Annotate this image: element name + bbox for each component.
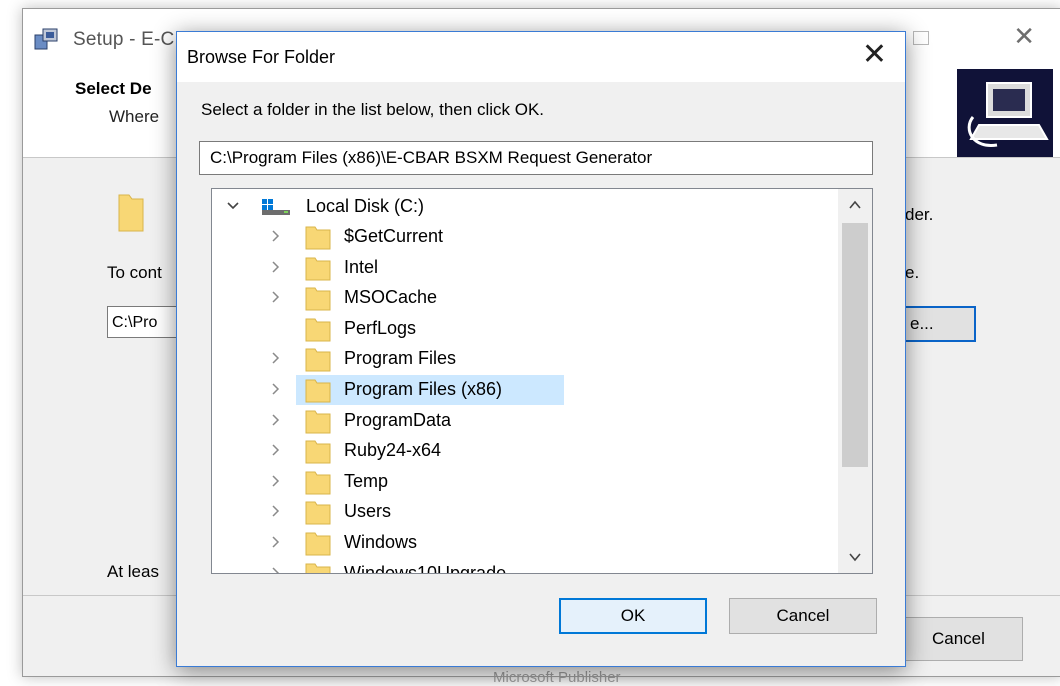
setup-folder-text: der. bbox=[905, 205, 934, 224]
tree-item-label: $GetCurrent bbox=[344, 226, 444, 246]
tree-root-local-disk[interactable]: Local Disk (C:) bbox=[212, 192, 836, 222]
folder-path-field[interactable]: C:\Program Files (x86)\E-CBAR BSXM Reque… bbox=[199, 141, 873, 175]
chevron-right-icon[interactable] bbox=[268, 532, 282, 552]
tree-item[interactable]: Program Files bbox=[212, 344, 836, 374]
folder-tree[interactable]: Local Disk (C:) $GetCurrent Intel MSOCache… bbox=[211, 188, 873, 574]
setup-page-subheading: Where bbox=[109, 107, 160, 126]
folder-icon bbox=[305, 226, 331, 250]
tree-item-label: Program Files bbox=[344, 348, 457, 369]
setup-logo bbox=[957, 69, 1053, 157]
chevron-right-icon[interactable] bbox=[268, 379, 282, 399]
tree-item-label: PerfLogs bbox=[344, 317, 417, 338]
tree-item[interactable]: $GetCurrent bbox=[212, 222, 836, 252]
folder-icon bbox=[305, 379, 331, 403]
tree-scrollbar[interactable] bbox=[838, 189, 872, 573]
computer-setup-icon bbox=[967, 82, 1049, 147]
chevron-down-icon[interactable] bbox=[226, 195, 240, 215]
folder-icon bbox=[305, 318, 331, 342]
setup-folder-icon bbox=[118, 194, 144, 232]
chevron-right-icon[interactable] bbox=[268, 226, 282, 246]
setup-cancel-button[interactable]: Cancel bbox=[901, 617, 1023, 661]
chevron-right-icon[interactable] bbox=[268, 471, 282, 491]
chevron-right-icon[interactable] bbox=[268, 348, 282, 368]
tree-item[interactable]: Intel bbox=[212, 253, 836, 283]
ok-button[interactable]: OK bbox=[559, 598, 707, 634]
scroll-up-icon[interactable] bbox=[838, 189, 872, 221]
folder-icon bbox=[305, 563, 331, 573]
setup-maximize-button[interactable] bbox=[913, 31, 929, 45]
setup-close-button[interactable]: ✕ bbox=[1013, 23, 1035, 49]
tree-root-label: Local Disk (C:) bbox=[306, 196, 425, 216]
scroll-down-icon[interactable] bbox=[838, 541, 872, 573]
browse-folder-dialog: Browse For Folder ✕ Select a folder in t… bbox=[176, 31, 906, 667]
tree-item[interactable]: ProgramData bbox=[212, 406, 836, 436]
dialog-title: Browse For Folder bbox=[187, 47, 336, 67]
setup-page-heading: Select De bbox=[75, 79, 152, 98]
tree-item-label: MSOCache bbox=[344, 287, 438, 308]
chevron-right-icon[interactable] bbox=[268, 501, 282, 521]
tree-item[interactable]: PerfLogs bbox=[212, 314, 836, 344]
tree-item-label: ProgramData bbox=[344, 409, 452, 430]
folder-icon bbox=[305, 440, 331, 464]
folder-icon bbox=[305, 257, 331, 281]
chevron-right-icon[interactable] bbox=[268, 440, 282, 460]
tree-item-label: Ruby24-x64 bbox=[344, 440, 442, 461]
dialog-instruction: Select a folder in the list below, then … bbox=[201, 100, 545, 119]
setup-continue-text-right: e. bbox=[905, 263, 920, 282]
tree-item[interactable]: Program Files (x86) bbox=[212, 375, 836, 405]
setup-bottom-partial-text: Microsoft Publisher bbox=[493, 669, 621, 686]
setup-continue-text: To cont bbox=[107, 263, 162, 282]
tree-item-label: Temp bbox=[344, 470, 389, 491]
dialog-close-icon[interactable]: ✕ bbox=[862, 40, 887, 70]
tree-item[interactable]: Users bbox=[212, 497, 836, 527]
chevron-right-icon[interactable] bbox=[268, 257, 282, 277]
tree-item[interactable]: Windows10Upgrade bbox=[212, 559, 836, 574]
tree-item-label: Program Files (x86) bbox=[344, 379, 503, 399]
folder-icon bbox=[305, 471, 331, 495]
tree-item[interactable]: Ruby24-x64 bbox=[212, 436, 836, 466]
folder-icon bbox=[305, 532, 331, 556]
folder-icon bbox=[305, 410, 331, 434]
setup-app-icon bbox=[34, 28, 58, 50]
scroll-thumb[interactable] bbox=[842, 223, 868, 467]
folder-icon bbox=[305, 287, 331, 311]
tree-item-label: Intel bbox=[344, 256, 379, 277]
tree-item-label: Windows10Upgrade bbox=[344, 562, 507, 574]
chevron-right-icon[interactable] bbox=[268, 563, 282, 573]
chevron-right-icon[interactable] bbox=[268, 410, 282, 430]
drive-icon bbox=[262, 199, 290, 215]
chevron-right-icon[interactable] bbox=[268, 287, 282, 307]
folder-icon bbox=[305, 501, 331, 525]
tree-item-label: Users bbox=[344, 501, 392, 522]
tree-item[interactable]: Temp bbox=[212, 467, 836, 497]
tree-item[interactable]: Windows bbox=[212, 528, 836, 558]
dialog-titlebar: Browse For Folder ✕ bbox=[177, 32, 905, 82]
folder-icon bbox=[305, 348, 331, 372]
tree-item[interactable]: MSOCache bbox=[212, 283, 836, 313]
tree-item-label: Windows bbox=[344, 532, 418, 552]
cancel-button[interactable]: Cancel bbox=[729, 598, 877, 634]
setup-space-text: At leas bbox=[107, 562, 159, 581]
